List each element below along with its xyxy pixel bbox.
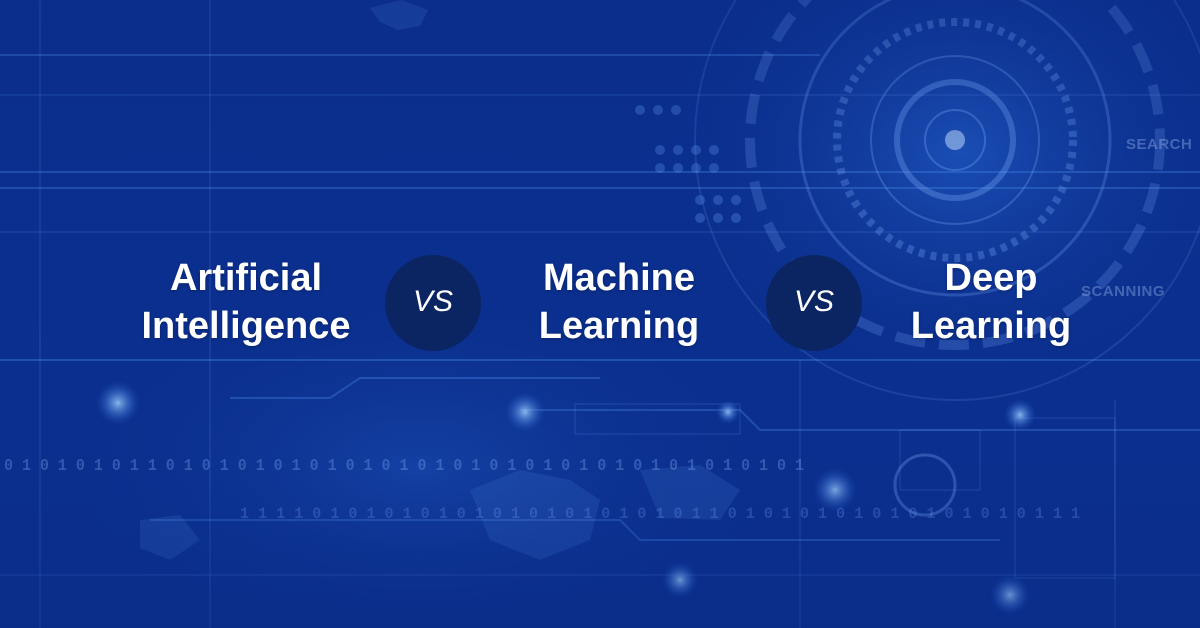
vs-badge-2: VS <box>766 255 862 351</box>
title-dl-line1: Deep <box>944 257 1038 299</box>
vs-text-1: VS <box>412 285 454 318</box>
title-deep-learning: Deep Learning <box>871 254 1111 350</box>
binary-code-bottom: 1 1 1 1 0 1 0 1 0 1 0 1 0 1 0 1 0 1 0 1 … <box>240 505 1080 523</box>
title-dl-line2: Learning <box>910 305 1072 347</box>
search-label: SEARCH <box>1126 136 1193 153</box>
vs-badge-1: VS <box>385 255 481 351</box>
title-ml-line1: Machine <box>542 257 696 299</box>
title-ai-line2: Intelligence <box>141 305 351 347</box>
vs-text-2: VS <box>793 285 835 318</box>
title-artificial-intelligence: Artificial Intelligence <box>126 254 366 350</box>
title-machine-learning: Machine Learning <box>499 254 739 350</box>
title-ml-line2: Learning <box>538 305 700 347</box>
title-ai-line1: Artificial <box>169 257 323 299</box>
binary-code-top: 0 1 0 1 0 1 0 1 1 0 1 0 1 0 1 0 1 0 1 0 … <box>4 457 804 476</box>
